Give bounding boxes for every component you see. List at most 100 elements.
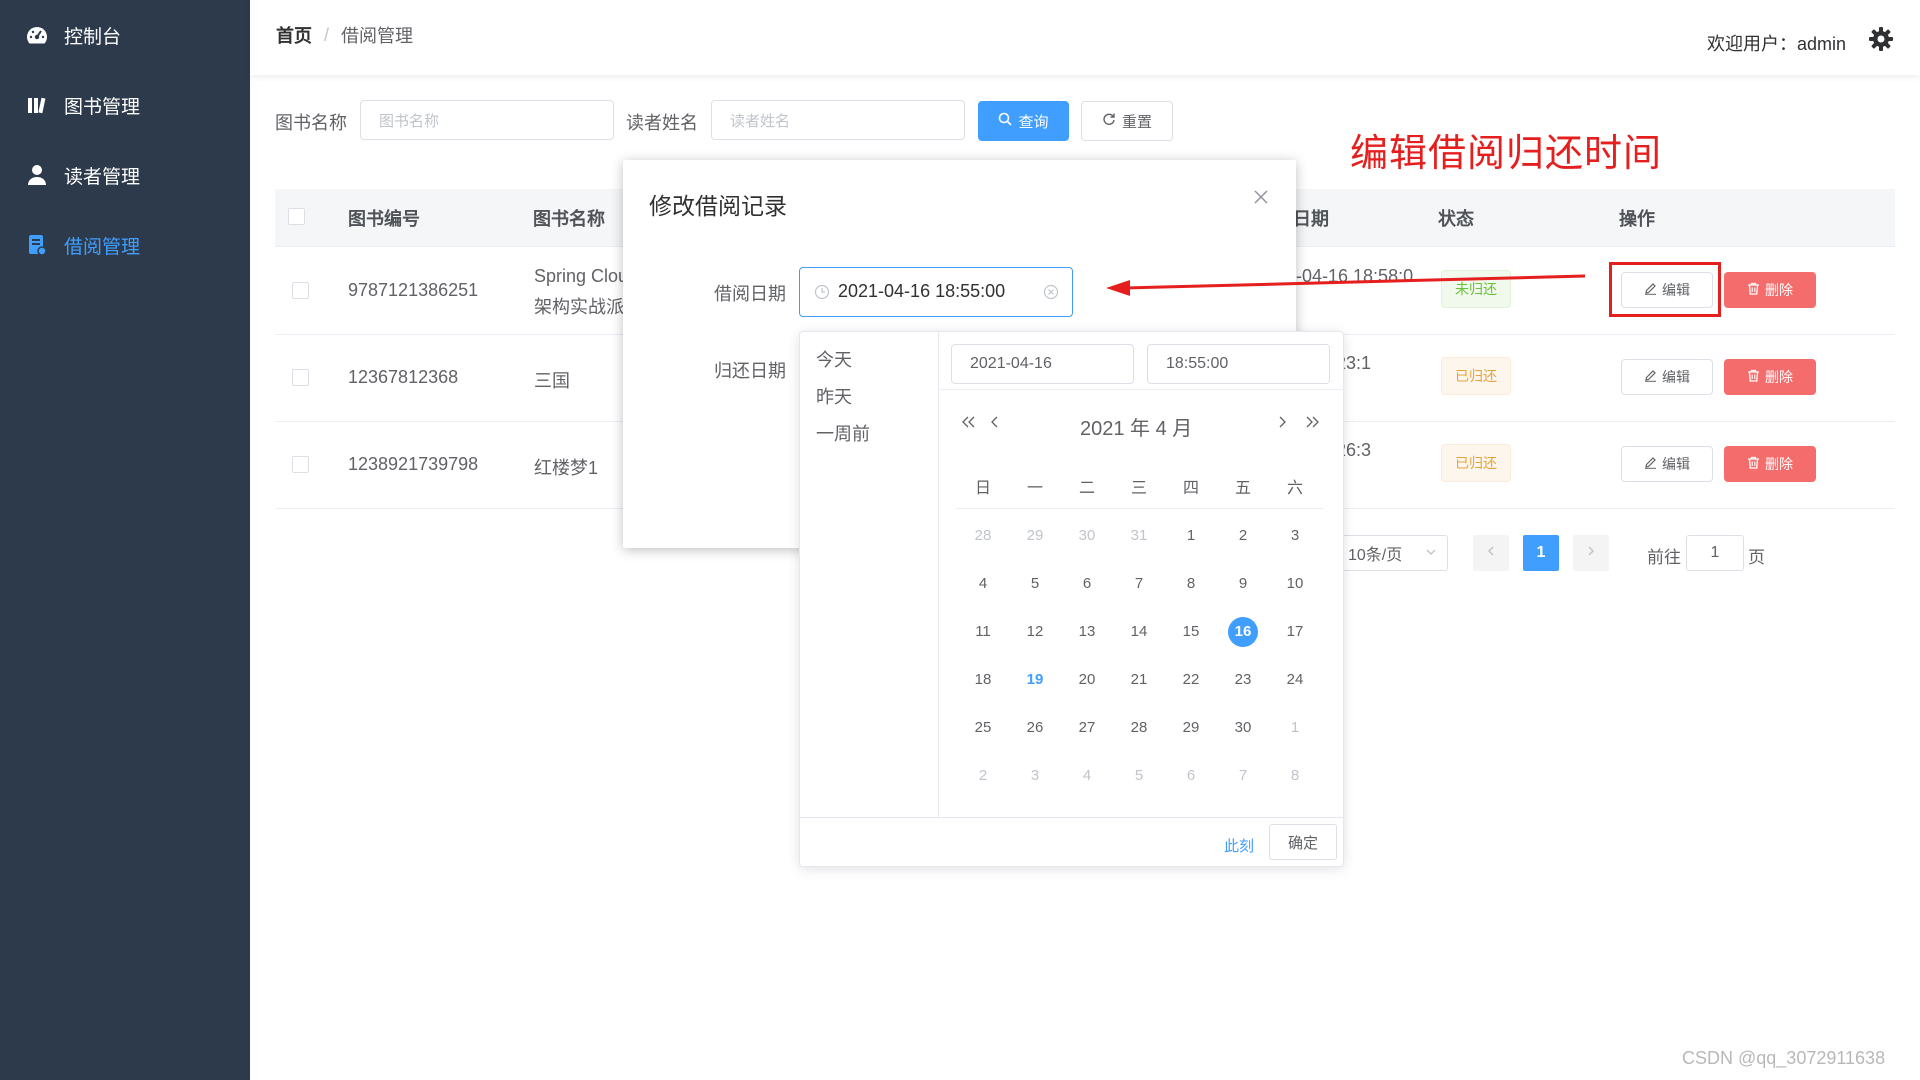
calendar-day[interactable]: 24	[1275, 665, 1315, 695]
goto-label: 前往	[1647, 548, 1681, 567]
calendar-day[interactable]: 8	[1275, 761, 1315, 791]
calendar-day[interactable]: 29	[1171, 713, 1211, 743]
calendar-day[interactable]: 2	[963, 761, 1003, 791]
edit-button[interactable]: 编辑	[1621, 446, 1713, 482]
gear-icon[interactable]	[1868, 26, 1894, 52]
next-page-button[interactable]	[1573, 535, 1609, 571]
calendar-day[interactable]: 29	[1015, 521, 1055, 551]
edit-button[interactable]: 编辑	[1621, 359, 1713, 395]
column-header-status: 状态	[1438, 209, 1474, 229]
calendar-day[interactable]: 26	[1015, 713, 1055, 743]
row-checkbox[interactable]	[292, 456, 309, 473]
sidebar-item-dashboard[interactable]: 控制台	[0, 10, 250, 60]
book-id-cell: 1238921739798	[348, 454, 479, 474]
sidebar-item-label: 借阅管理	[64, 236, 141, 258]
prev-year-icon[interactable]	[960, 412, 976, 435]
next-year-icon[interactable]	[1305, 412, 1321, 435]
calendar-day[interactable]: 21	[1119, 665, 1159, 695]
calendar-day[interactable]: 10	[1275, 569, 1315, 599]
calendar-day[interactable]: 3	[1015, 761, 1055, 791]
calendar-day[interactable]: 3	[1275, 521, 1315, 551]
calendar-day[interactable]: 17	[1275, 617, 1315, 647]
calendar-day[interactable]: 1	[1171, 521, 1211, 551]
prev-month-icon[interactable]	[990, 412, 1000, 435]
calendar-day[interactable]: 6	[1171, 761, 1211, 791]
picker-time-input[interactable]: 18:55:00	[1147, 344, 1330, 384]
next-month-icon[interactable]	[1277, 412, 1287, 435]
calendar-day[interactable]: 25	[963, 713, 1003, 743]
calendar-day[interactable]: 30	[1223, 713, 1263, 743]
now-button[interactable]: 此刻	[1224, 835, 1254, 856]
picker-month-title[interactable]: 2021 年 4 月	[1080, 412, 1192, 441]
calendar-day[interactable]: 31	[1119, 521, 1159, 551]
delete-button[interactable]: 删除	[1724, 359, 1816, 395]
calendar-day[interactable]: 4	[963, 569, 1003, 599]
calendar-day[interactable]: 11	[963, 617, 1003, 647]
confirm-button[interactable]: 确定	[1269, 824, 1337, 860]
calendar-day[interactable]: 12	[1015, 617, 1055, 647]
sidebar-item-borrow[interactable]: 借阅管理	[0, 220, 250, 270]
welcome-text: 欢迎用户：admin	[1707, 34, 1847, 54]
calendar-day[interactable]: 14	[1119, 617, 1159, 647]
calendar-day[interactable]: 27	[1067, 713, 1107, 743]
delete-button-label: 删除	[1765, 456, 1793, 472]
weekday-header: 四	[1182, 480, 1199, 497]
borrow-date-input[interactable]: 2021-04-16 18:55:00	[799, 267, 1073, 317]
calendar-day[interactable]: 20	[1067, 665, 1107, 695]
calendar-day[interactable]: 5	[1015, 569, 1055, 599]
reader-name-input[interactable]: 读者姓名	[711, 100, 965, 140]
clear-icon[interactable]	[1043, 284, 1059, 305]
calendar-day[interactable]: 28	[1119, 713, 1159, 743]
calendar-day[interactable]: 4	[1067, 761, 1107, 791]
page-number-current[interactable]: 1	[1523, 535, 1559, 571]
reader-name-label: 读者姓名	[626, 113, 698, 133]
calendar-day[interactable]: 16	[1223, 617, 1263, 647]
sidebar-item-readers[interactable]: 读者管理	[0, 150, 250, 200]
calendar-day[interactable]: 1	[1275, 713, 1315, 743]
column-header-book-name: 图书名称	[533, 209, 605, 229]
row-checkbox[interactable]	[292, 282, 309, 299]
calendar-day[interactable]: 9	[1223, 569, 1263, 599]
book-name-cell-line2: 架构实战派	[534, 297, 624, 317]
breadcrumb-home[interactable]: 首页	[276, 22, 312, 48]
book-id-cell: 9787121386251	[348, 280, 479, 300]
calendar-day[interactable]: 19	[1015, 665, 1055, 695]
goto-page-input[interactable]: 1	[1686, 535, 1744, 571]
header: 首页 / 借阅管理 欢迎用户：admin	[250, 0, 1920, 75]
delete-button[interactable]: 删除	[1724, 272, 1816, 308]
calendar-day[interactable]: 7	[1119, 569, 1159, 599]
page-size-select[interactable]: 10条/页	[1340, 535, 1448, 571]
trash-icon	[1747, 369, 1760, 385]
shortcut-yesterday[interactable]: 昨天	[816, 383, 852, 409]
calendar-day[interactable]: 5	[1119, 761, 1159, 791]
column-header-book-id: 图书编号	[348, 209, 420, 229]
calendar-day[interactable]: 2	[1223, 521, 1263, 551]
reset-button[interactable]: 重置	[1081, 101, 1173, 141]
book-name-input[interactable]: 图书名称	[360, 100, 614, 140]
row-checkbox[interactable]	[292, 369, 309, 386]
select-all-checkbox[interactable]	[288, 208, 305, 225]
calendar-day[interactable]: 7	[1223, 761, 1263, 791]
calendar-day[interactable]: 13	[1067, 617, 1107, 647]
delete-button[interactable]: 删除	[1724, 446, 1816, 482]
calendar-day[interactable]: 15	[1171, 617, 1211, 647]
calendar-day[interactable]: 18	[963, 665, 1003, 695]
calendar-day[interactable]: 28	[963, 521, 1003, 551]
weekday-header: 日	[974, 480, 991, 497]
shortcut-week-ago[interactable]: 一周前	[816, 420, 870, 446]
annotation-highlight-box	[1609, 262, 1721, 317]
calendar-day[interactable]: 30	[1067, 521, 1107, 551]
delete-button-label: 删除	[1765, 369, 1793, 385]
reader-name-placeholder: 读者姓名	[730, 112, 791, 130]
close-icon[interactable]	[1253, 185, 1269, 211]
calendar-day[interactable]: 22	[1171, 665, 1211, 695]
shortcut-today[interactable]: 今天	[816, 346, 852, 372]
picker-date-input[interactable]: 2021-04-16	[951, 344, 1134, 384]
calendar-day[interactable]: 23	[1223, 665, 1263, 695]
query-button[interactable]: 查询	[978, 101, 1069, 141]
prev-page-button[interactable]	[1473, 535, 1509, 571]
calendar-day[interactable]: 8	[1171, 569, 1211, 599]
calendar-day[interactable]: 6	[1067, 569, 1107, 599]
shortcut-panel: 今天 昨天 一周前	[800, 332, 939, 817]
sidebar-item-books[interactable]: 图书管理	[0, 80, 250, 130]
